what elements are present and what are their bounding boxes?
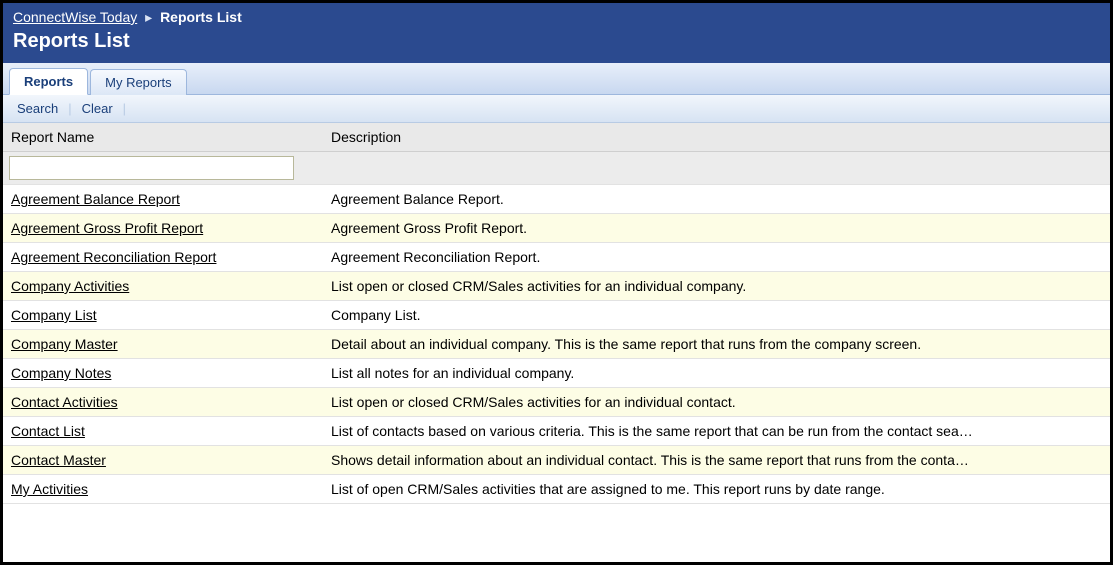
report-name-cell: Agreement Reconciliation Report [3,243,323,272]
page-title: Reports List [13,30,1100,53]
report-link[interactable]: My Activities [11,481,88,497]
report-description-cell: List open or closed CRM/Sales activities… [323,388,1110,417]
report-description-cell: Agreement Reconciliation Report. [323,243,1110,272]
breadcrumb-current: Reports List [160,9,242,25]
tab-my-reports[interactable]: My Reports [90,69,186,95]
toolbar: Search | Clear | [3,95,1110,123]
table-row: Agreement Balance Report Agreement Balanc… [3,185,1110,214]
report-link[interactable]: Company List [11,307,97,323]
report-description-cell: List of open CRM/Sales activities that a… [323,475,1110,504]
table-row: My Activities List of open CRM/Sales acti… [3,475,1110,504]
report-name-cell: Contact List [3,417,323,446]
report-description-cell: List of contacts based on various criter… [323,417,1110,446]
tab-reports[interactable]: Reports [9,68,88,95]
report-link[interactable]: Company Notes [11,365,111,381]
report-name-cell: Company Activities [3,272,323,301]
report-link[interactable]: Contact List [11,423,85,439]
breadcrumb-separator-icon: ▸ [145,9,152,25]
reports-table: Report Name Description Agreement Balanc… [3,123,1110,504]
filter-description-cell [323,152,1110,185]
report-description-cell: Company List. [323,301,1110,330]
column-header-name[interactable]: Report Name [3,123,323,152]
table-row: Contact List List of contacts based on va… [3,417,1110,446]
report-description-cell: List all notes for an individual company… [323,359,1110,388]
report-name-cell: Contact Master [3,446,323,475]
table-row: Company Master Detail about an individual… [3,330,1110,359]
report-link[interactable]: Contact Activities [11,394,118,410]
table-row: Contact Activities List open or closed CR… [3,388,1110,417]
table-row: Company Activities List open or closed CR… [3,272,1110,301]
report-name-cell: Contact Activities [3,388,323,417]
report-name-cell: Company List [3,301,323,330]
tabs-bar: Reports My Reports [3,63,1110,95]
search-button[interactable]: Search [11,101,64,116]
toolbar-separator: | [68,101,71,116]
report-description-cell: Agreement Gross Profit Report. [323,214,1110,243]
report-link[interactable]: Agreement Reconciliation Report [11,249,216,265]
report-link[interactable]: Agreement Gross Profit Report [11,220,203,236]
filter-row [3,152,1110,185]
report-link[interactable]: Contact Master [11,452,106,468]
report-description-cell: Shows detail information about an indivi… [323,446,1110,475]
table-row: Agreement Reconciliation Report Agreement… [3,243,1110,272]
table-header-row: Report Name Description [3,123,1110,152]
report-name-cell: Agreement Balance Report [3,185,323,214]
report-description-cell: List open or closed CRM/Sales activities… [323,272,1110,301]
report-name-cell: My Activities [3,475,323,504]
filter-report-name-input[interactable] [9,156,294,180]
report-name-cell: Company Master [3,330,323,359]
report-link[interactable]: Company Master [11,336,118,352]
report-description-cell: Detail about an individual company. This… [323,330,1110,359]
report-name-cell: Agreement Gross Profit Report [3,214,323,243]
table-row: Company List Company List. [3,301,1110,330]
report-link[interactable]: Company Activities [11,278,129,294]
toolbar-separator: | [123,101,126,116]
breadcrumb-root-link[interactable]: ConnectWise Today [13,9,137,25]
clear-button[interactable]: Clear [76,101,119,116]
column-header-description[interactable]: Description [323,123,1110,152]
table-row: Company Notes List all notes for an indiv… [3,359,1110,388]
table-row: Contact Master Shows detail information a… [3,446,1110,475]
breadcrumb: ConnectWise Today ▸ Reports List [13,9,1100,26]
table-row: Agreement Gross Profit Report Agreement G… [3,214,1110,243]
page-header: ConnectWise Today ▸ Reports List Reports… [3,3,1110,63]
report-name-cell: Company Notes [3,359,323,388]
report-link[interactable]: Agreement Balance Report [11,191,180,207]
report-description-cell: Agreement Balance Report. [323,185,1110,214]
